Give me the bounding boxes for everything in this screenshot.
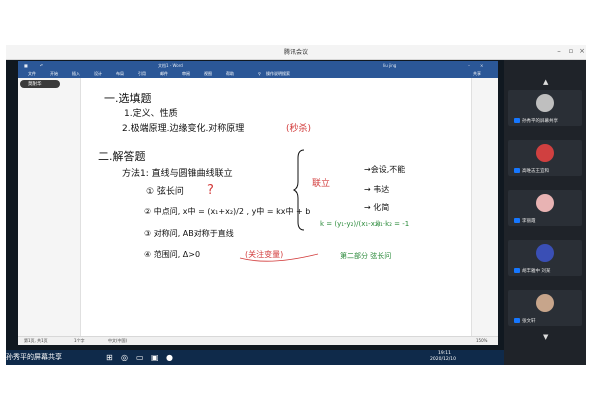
participant-tile[interactable]: 张文轩 — [508, 290, 582, 326]
clock-time: 19:11 — [438, 351, 451, 356]
presenter-name: 莫耐华 — [28, 82, 42, 87]
participant-name: 李丽霞 — [522, 219, 536, 224]
mic-icon — [514, 318, 520, 323]
note-item-3: ③ 对称问, AB对称于直线 — [144, 228, 234, 238]
result-2: → 韦达 — [364, 184, 389, 194]
note-item-4-remark: (关注变量) — [245, 249, 283, 259]
folder-icon[interactable]: ▭ — [136, 353, 144, 362]
note-line-1: 1.定义、性质 — [124, 107, 178, 119]
note-heading-1: 一.选填题 — [104, 91, 152, 105]
participant-name: 高唯志王宜和 — [522, 169, 549, 174]
word-statusbar: 第1页, 共1页 1个字 中文(中国) 150% — [18, 336, 498, 345]
taskbar: ⊞ ◎ ▭ ▣ ● 19:11 2020/12/10 — [6, 350, 504, 365]
zoom-level[interactable]: 150% — [476, 338, 487, 343]
language: 中文(中国) — [108, 338, 128, 343]
participant-tile[interactable]: 孙秀平的屏幕共享 — [508, 90, 582, 126]
scroll-up-icon[interactable]: ▲ — [543, 78, 548, 86]
word-icon[interactable]: ▣ — [151, 353, 159, 362]
edge-icon[interactable]: ◎ — [121, 353, 128, 362]
note-item-1-mark: ? — [207, 183, 214, 198]
green-formula-2: k₁·k₂ = -1 — [376, 220, 409, 228]
avatar — [536, 194, 554, 212]
mic-icon — [514, 268, 520, 273]
bracket-label: 联立 — [312, 177, 330, 189]
participant-name: 孙秀平的屏幕共享 — [522, 119, 558, 124]
scroll-down-icon[interactable]: ▼ — [543, 333, 548, 341]
page-count: 第1页, 共1页 — [24, 338, 48, 343]
avatar — [536, 244, 554, 262]
start-icon[interactable]: ⊞ — [106, 353, 113, 362]
avatar — [536, 144, 554, 162]
participant-tile[interactable]: 高唯志王宜和 — [508, 140, 582, 176]
note-line-2-remark: (秒杀) — [286, 122, 311, 134]
mic-icon — [514, 118, 520, 123]
result-1: →会设,不能 — [364, 164, 405, 174]
participant-name: 张文轩 — [522, 319, 536, 324]
mic-icon — [514, 218, 520, 223]
mic-icon — [514, 168, 520, 173]
avatar — [536, 294, 554, 312]
note-item-2: ② 中点问, x中 = (x₁+x₂)/2 , y中 = kx中 + b — [144, 206, 310, 216]
participant-tile[interactable]: 李丽霞 — [508, 190, 582, 226]
word-count: 1个字 — [74, 338, 85, 343]
participant-tile[interactable]: 胡丰雅中 刘某 — [508, 240, 582, 276]
wechat-icon[interactable]: ● — [166, 353, 173, 362]
result-3: → 化简 — [364, 202, 389, 212]
note-item-1: ① 弦长问 — [146, 185, 184, 197]
green-note: 第二部分 弦长问 — [340, 251, 391, 260]
green-formula-1: k = (y₁-y₂)/(x₁-x₂) — [320, 220, 381, 228]
participant-name: 胡丰雅中 刘某 — [522, 269, 551, 274]
note-heading-2: 二.解答题 — [98, 149, 146, 163]
note-method-1: 方法1: 直线与圆锥曲线联立 — [122, 167, 233, 179]
avatar — [536, 94, 554, 112]
screen-share-label: 孙秀平的屏幕共享 — [6, 353, 62, 361]
clock-date: 2020/12/10 — [430, 357, 456, 362]
note-item-4: ④ 范围问, Δ>0 — [144, 249, 200, 259]
curly-bracket — [292, 149, 305, 231]
note-line-2: 2.极端原理.边缘变化.对称原理 — [122, 122, 244, 134]
